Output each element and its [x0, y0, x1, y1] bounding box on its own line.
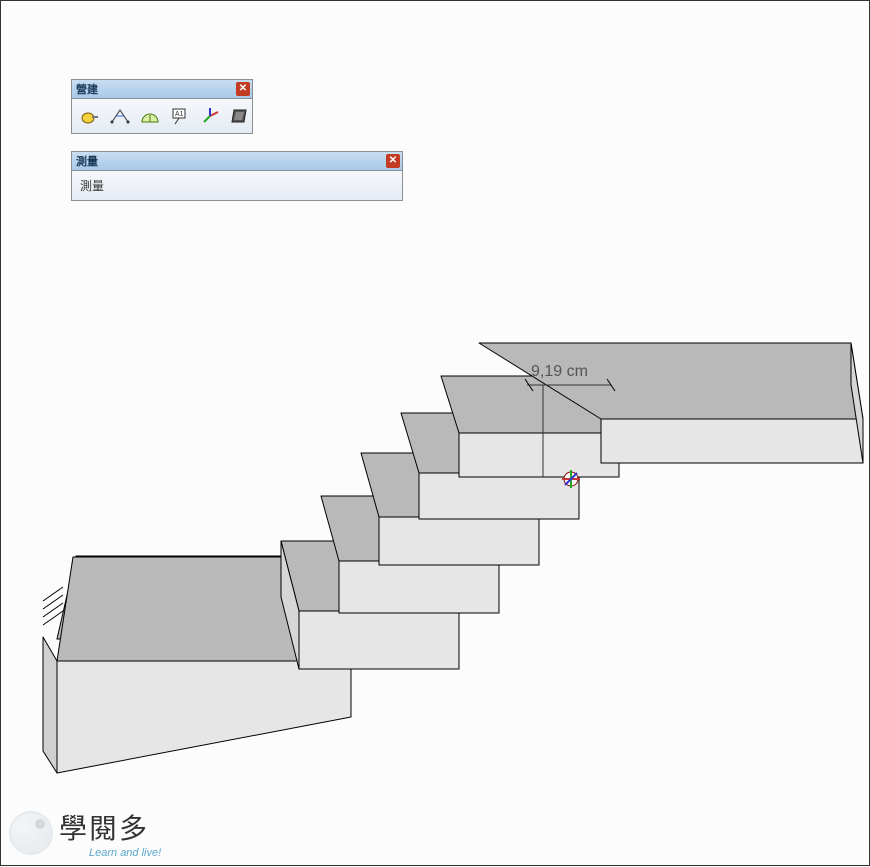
- section-plane-icon[interactable]: [230, 105, 250, 127]
- panel-title-text: 營建: [76, 81, 98, 97]
- measurement-panel-body: 測量: [72, 171, 402, 200]
- measurement-panel[interactable]: 測量 ✕ 測量: [71, 151, 403, 201]
- panel-title-text: 測量: [76, 153, 98, 169]
- close-icon[interactable]: ✕: [236, 82, 250, 96]
- text-label-icon[interactable]: A1: [170, 105, 190, 127]
- tape-measure-icon[interactable]: [80, 105, 100, 127]
- watermark-subtitle: Learn and live!: [89, 847, 161, 859]
- dimension-icon[interactable]: [110, 105, 130, 127]
- construction-toolbar-body: A1: [72, 99, 252, 133]
- protractor-icon[interactable]: [140, 105, 160, 127]
- dimension-label: 9,19 cm: [531, 363, 588, 381]
- watermark-logo-icon: [9, 811, 53, 855]
- watermark-title: 學閱多: [59, 807, 161, 847]
- construction-toolbar[interactable]: 營建 ✕ A1: [71, 79, 253, 134]
- measurement-panel-title[interactable]: 測量 ✕: [72, 152, 402, 171]
- watermark: 學閱多 Learn and live!: [9, 807, 161, 859]
- svg-text:A1: A1: [175, 111, 184, 118]
- axes-icon[interactable]: [200, 105, 220, 127]
- app-frame: 9,19 cm 營建 ✕ A1: [0, 0, 870, 866]
- close-icon[interactable]: ✕: [386, 154, 400, 168]
- measurement-label: 測量: [80, 177, 104, 194]
- construction-toolbar-title[interactable]: 營建 ✕: [72, 80, 252, 99]
